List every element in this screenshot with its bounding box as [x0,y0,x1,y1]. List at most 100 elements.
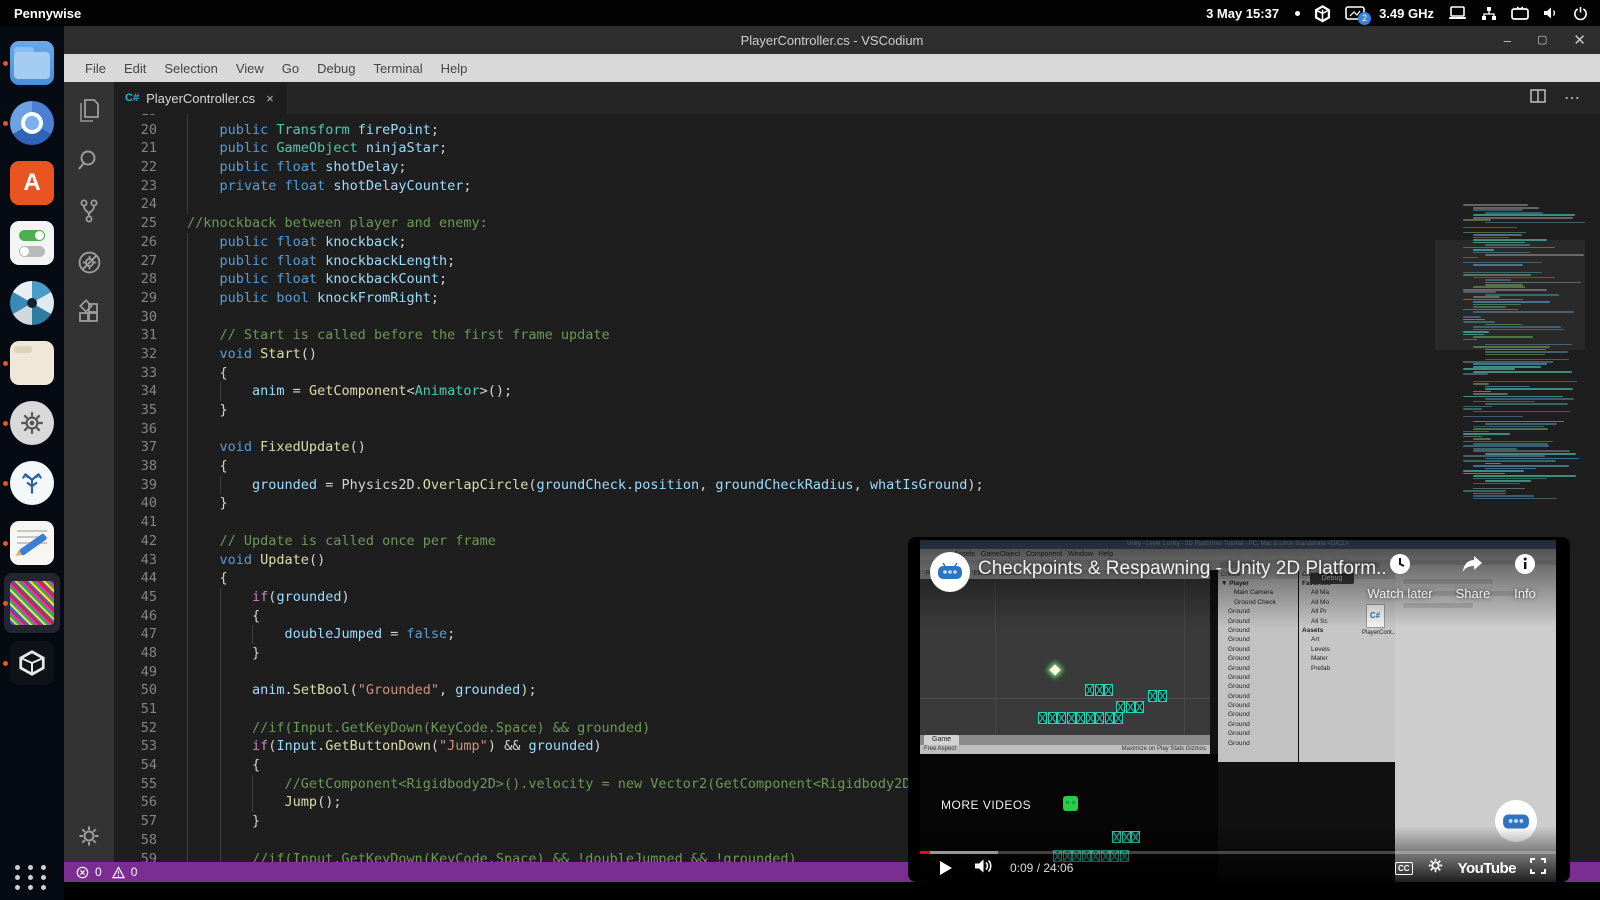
split-editor-icon[interactable] [1530,89,1546,108]
youtube-pip-window[interactable]: Unity - Level 1.unity - 2D Platformer Tu… [908,537,1570,882]
free-aspect-label: Free Aspect [924,745,956,754]
manage-gear-icon[interactable] [77,824,101,848]
asset-folder-levels[interactable]: Levels [1299,645,1395,654]
volume-icon[interactable] [974,858,994,879]
power-icon[interactable] [1573,6,1588,21]
menu-selection[interactable]: Selection [155,61,226,76]
green-enemy-sprite [1063,796,1078,811]
dock-item-unity[interactable] [4,633,60,693]
video-frame[interactable]: Unity - Level 1.unity - 2D Platformer Tu… [920,540,1556,882]
watch-later-button[interactable]: Watch later [1365,552,1435,601]
menu-help[interactable]: Help [432,61,477,76]
cpu-frequency[interactable]: 3.49 GHz [1379,6,1434,21]
dock-item-screenshot-window[interactable] [4,573,60,633]
minimize-button[interactable]: – [1504,34,1511,47]
focused-app-name[interactable]: Pennywise [14,6,81,21]
settings-toggles-icon [10,221,54,265]
more-actions-icon[interactable]: ⋯ [1564,88,1582,108]
fullscreen-icon[interactable] [1530,858,1546,879]
code-line-24: 24 [114,195,1600,214]
hierarchy-item-ground[interactable]: Ground [1218,682,1298,691]
menu-file[interactable]: File [76,61,115,76]
code-line-22: 22 public float shotDelay; [114,158,1600,177]
code-line-32: 32 void Start() [114,345,1600,364]
menu-debug[interactable]: Debug [308,61,364,76]
dock-item-file-manager[interactable] [4,333,60,393]
window-count-badge: 2 [1358,12,1371,25]
notes-icon [10,521,54,565]
folder-icon [10,341,54,385]
dock-item-system-gear[interactable] [4,393,60,453]
hierarchy-item-ground[interactable]: Ground [1218,692,1298,701]
dock-item-settings[interactable] [4,213,60,273]
menu-edit[interactable]: Edit [115,61,155,76]
run-debug-icon[interactable] [77,250,102,275]
code-line-40: 40 } [114,494,1600,513]
minimap[interactable] [1435,202,1585,512]
dock-item-notes[interactable] [4,513,60,573]
code-line-34: 34 anim = GetComponent<Animator>(); [114,382,1600,401]
hierarchy-item-ground[interactable]: Ground [1218,729,1298,738]
hierarchy-item-ground[interactable]: Ground [1218,720,1298,729]
hierarchy-item-ground[interactable]: Ground [1218,701,1298,710]
video-title[interactable]: Checkpoints & Respawning - Unity 2D Plat… [978,558,1386,580]
menu-view[interactable]: View [227,61,273,76]
code-line-30: 30 [114,308,1600,327]
network-tree-icon[interactable] [1481,6,1497,21]
search-icon[interactable] [77,148,101,172]
software-store-icon: A [10,161,54,205]
settings-gear-icon[interactable] [1427,857,1444,879]
window-titlebar[interactable]: PlayerController.cs - VSCodium – ▢ ✕ [64,26,1600,54]
game-aspect-bar: Free Aspect Maximize on Play Stats Gizmo… [920,745,1210,754]
unity-tray-icon[interactable] [1314,5,1331,22]
close-button[interactable]: ✕ [1573,33,1586,48]
asset-folder-mater[interactable]: Mater [1299,654,1395,663]
play-button[interactable] [940,861,952,875]
hierarchy-item-ground[interactable]: Ground [1218,645,1298,654]
files-icon [10,41,54,85]
tab-label: PlayerController.cs [146,91,255,106]
tab-close-icon[interactable]: × [266,91,274,106]
hierarchy-item-ground[interactable]: Ground [1218,710,1298,719]
hierarchy-item-ground[interactable]: Ground [1218,739,1298,748]
time-display: 0:09 / 24:06 [1010,861,1073,875]
clock[interactable]: 3 May 15:37 [1206,6,1279,21]
tab-playercontroller[interactable]: C# PlayerController.cs × [114,82,286,114]
laptop-icon[interactable] [1448,6,1467,20]
speaker-icon[interactable] [1543,6,1559,20]
show-applications-button[interactable] [15,865,49,890]
dock-item-software-store[interactable]: A [4,153,60,213]
captions-button[interactable]: CC [1395,862,1413,875]
game-tab-bar: Game [920,735,1210,745]
window-list-tray-icon[interactable]: 2 [1345,6,1365,21]
photos-pinwheel-icon [10,281,54,325]
source-control-icon[interactable] [77,198,101,224]
explorer-icon[interactable] [77,96,101,122]
asset-folder-prefab[interactable]: Prefab [1299,664,1395,673]
warnings-icon [112,866,125,879]
dock-item-pennywise[interactable] [4,453,60,513]
dock-item-files[interactable] [4,33,60,93]
menu-go[interactable]: Go [273,61,308,76]
info-button[interactable]: Info [1495,552,1555,601]
tab-bar: C# PlayerController.cs × ⋯ [114,82,1600,114]
dock-item-chromium[interactable] [4,93,60,153]
hierarchy-item-ground[interactable]: Ground [1218,664,1298,673]
activity-bar [64,82,114,862]
game-right-labels: Maximize on Play Stats Gizmos [1122,745,1206,754]
extensions-icon[interactable] [77,301,101,325]
tv-icon[interactable] [1511,6,1529,21]
code-line-33: 33 { [114,364,1600,383]
maximize-button[interactable]: ▢ [1537,35,1547,46]
hierarchy-item-ground[interactable]: Ground [1218,673,1298,682]
code-line-39: 39 grounded = Physics2D.OverlapCircle(gr… [114,476,1600,495]
code-line-31: 31 // Start is called before the first f… [114,326,1600,345]
dock-item-photos[interactable] [4,273,60,333]
unity-cube-icon [10,641,54,685]
menu-terminal[interactable]: Terminal [364,61,431,76]
youtube-logo[interactable]: YouTube [1458,860,1516,877]
hierarchy-item-ground[interactable]: Ground [1218,635,1298,644]
more-videos-label[interactable]: MORE VIDEOS [941,798,1031,812]
channel-avatar[interactable] [930,552,970,592]
hierarchy-item-ground[interactable]: Ground [1218,654,1298,663]
